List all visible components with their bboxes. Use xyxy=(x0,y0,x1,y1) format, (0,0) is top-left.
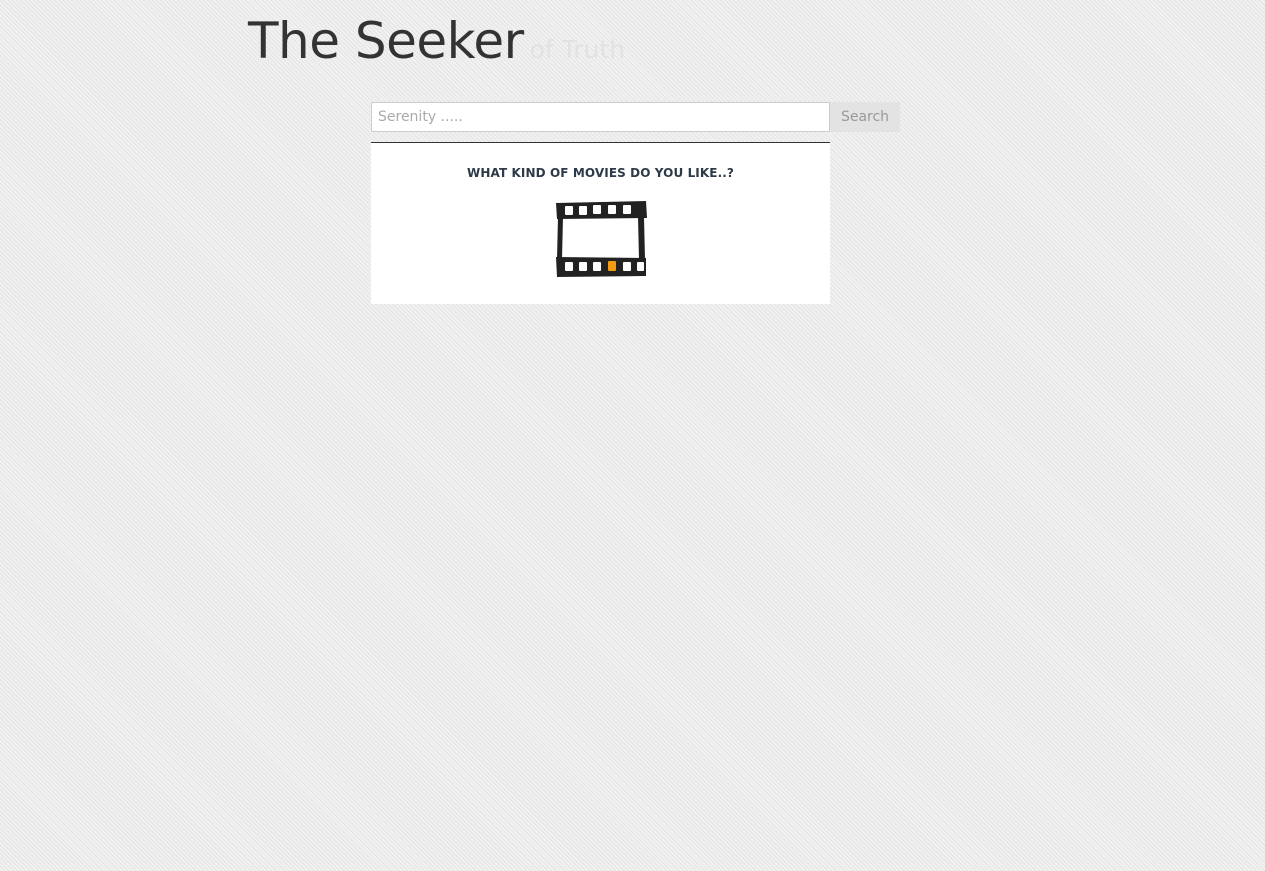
search-input[interactable] xyxy=(371,102,830,132)
prompt-heading: WHAT KIND OF MOVIES DO YOU LIKE..? xyxy=(467,166,734,180)
site-tagline: of Truth xyxy=(529,35,626,64)
site-header: The Seeker of Truth xyxy=(248,10,625,72)
film-strip-icon xyxy=(556,201,647,277)
search-button[interactable]: Search xyxy=(830,102,900,132)
search-form: Search xyxy=(371,102,900,132)
site-title: The Seeker xyxy=(248,12,524,70)
results-panel: WHAT KIND OF MOVIES DO YOU LIKE..? xyxy=(371,142,830,304)
